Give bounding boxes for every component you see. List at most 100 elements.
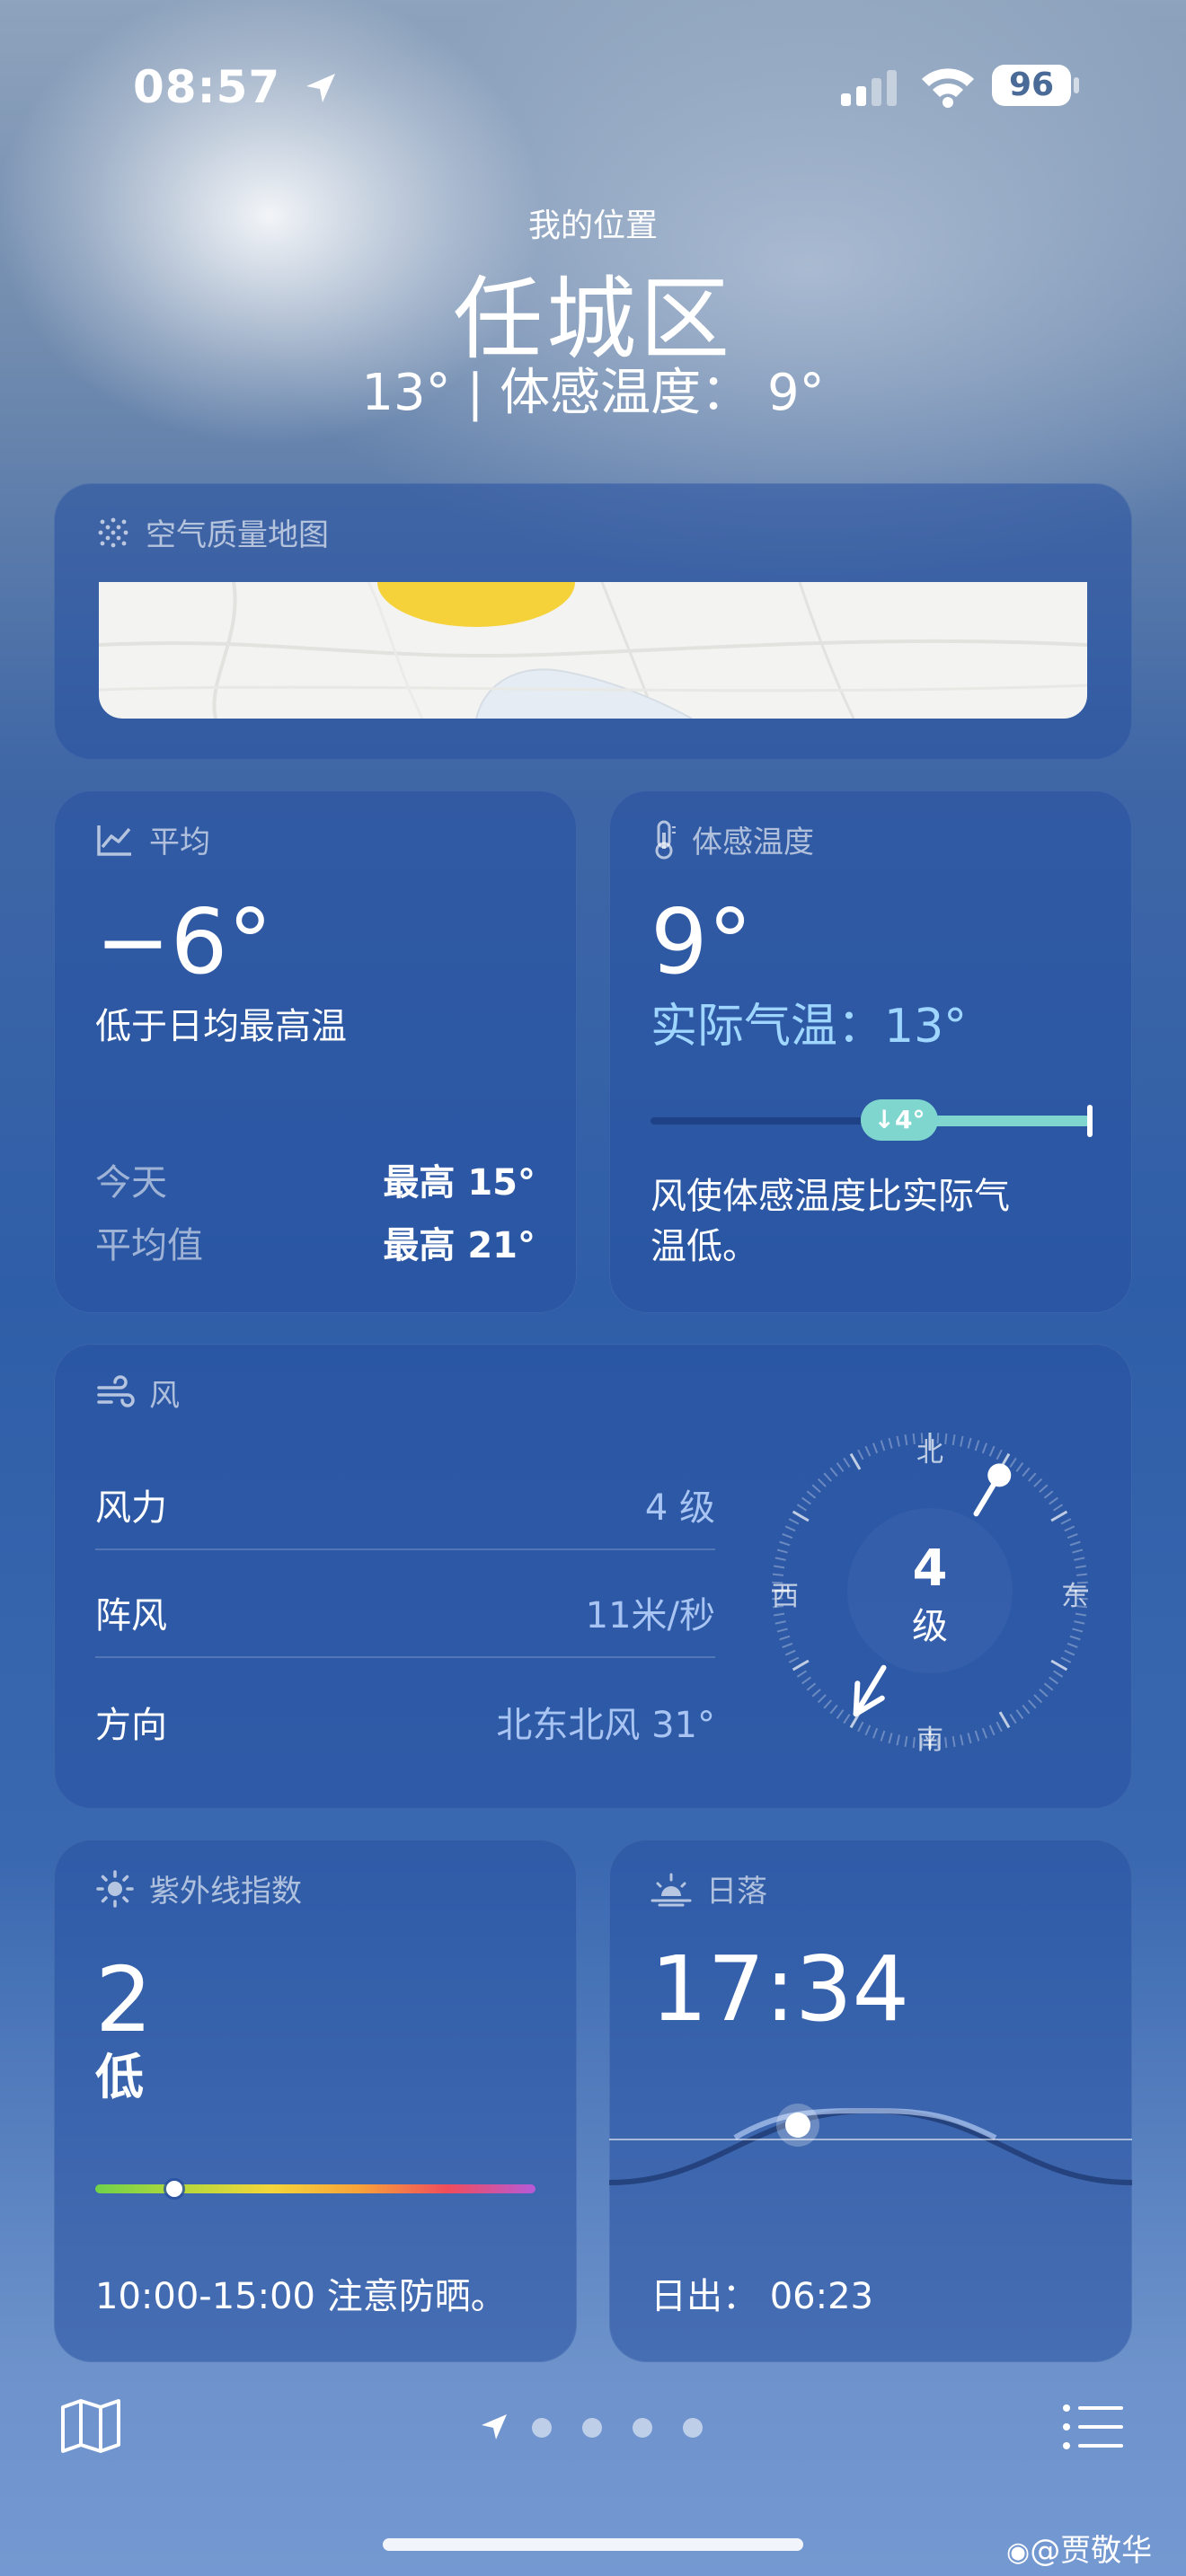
status-time: 08:57: [133, 61, 339, 113]
compass-tick: [782, 1642, 793, 1649]
compass-south-label: 南: [916, 1725, 943, 1756]
compass-tick: [806, 1682, 817, 1691]
compass-center-unit: 级: [912, 1606, 948, 1647]
compass-tick: [776, 1628, 788, 1633]
compass-tick: [823, 1472, 833, 1482]
wind-direction-label: 方向: [95, 1705, 167, 1746]
compass-tick: [1072, 1628, 1084, 1633]
page-dot[interactable]: [633, 2418, 652, 2438]
feels-like-delta-badge: ↓4°: [861, 1099, 938, 1141]
sun-icon: [96, 1869, 134, 1908]
uv-header: 紫外线指数: [95, 1866, 302, 1910]
compass-west-label: 西: [772, 1581, 799, 1612]
current-location-page-icon[interactable]: [480, 2413, 509, 2441]
compass-tick: [782, 1532, 793, 1539]
compass-tick: [779, 1635, 791, 1641]
average-title: 平均: [149, 825, 210, 860]
compass-tick: [1043, 1490, 1054, 1499]
air-quality-header: 空气质量地图: [95, 510, 329, 554]
compass-tick: [974, 1730, 980, 1742]
uv-scale-bar: [95, 2184, 535, 2193]
compass-tick: [843, 1713, 851, 1725]
uv-index-card[interactable]: 紫外线指数 2 低 10:00-15:00 注意防晒。: [54, 1839, 577, 2362]
sunrise-time: 日出： 06:23: [651, 2276, 873, 2317]
sunset-time: 17:34: [651, 1936, 910, 2042]
wind-card[interactable]: 风 风力 4 级 阵风 11米/秒 方向 北东北风 31° 北 南 东 西 4 …: [54, 1344, 1132, 1809]
page-dot[interactable]: [532, 2418, 552, 2438]
thermometer-icon: [655, 820, 676, 859]
compass-tick: [904, 1434, 908, 1446]
list-icon[interactable]: [1062, 2404, 1125, 2450]
compass-north-label: 北: [916, 1437, 943, 1469]
compass-tick: [1050, 1510, 1068, 1522]
compass-tick: [792, 1510, 810, 1522]
compass-tick: [880, 1730, 886, 1742]
wind-force-label: 风力: [95, 1487, 167, 1529]
average-value: −6°: [95, 889, 273, 994]
wind-title: 风: [149, 1378, 180, 1414]
compass-tick: [967, 1733, 972, 1744]
compass-tick: [829, 1467, 838, 1478]
average-card[interactable]: 平均 −6° 低于日均最高温 今天 最高 15° 平均值 最高 21°: [54, 790, 577, 1313]
compass-tick: [967, 1437, 972, 1449]
average-description: 低于日均最高温: [95, 1006, 347, 1047]
sun-path-chart: [609, 2104, 1132, 2185]
compass-tick: [806, 1490, 817, 1499]
compass-tick: [1033, 1478, 1043, 1487]
bottom-toolbar: ◉@贾敬华: [0, 2364, 1186, 2576]
wind-force-value: 4 级: [644, 1487, 715, 1529]
wind-icon: [97, 1374, 135, 1407]
map-illustration: [99, 582, 1087, 719]
today-value: 最高 15°: [383, 1162, 535, 1204]
compass-tick: [1067, 1642, 1078, 1649]
compass-tick: [1027, 1472, 1037, 1482]
page-dot[interactable]: [683, 2418, 703, 2438]
compass-tick: [951, 1735, 956, 1747]
compass-tick: [988, 1445, 996, 1457]
average-label: 平均值: [95, 1225, 203, 1266]
compass-tick: [801, 1676, 811, 1685]
compass-tick: [823, 1699, 833, 1709]
home-indicator[interactable]: [383, 2538, 803, 2551]
compass-tick: [774, 1612, 785, 1617]
compass-tick: [1060, 1656, 1072, 1663]
feels-like-title: 体感温度: [692, 825, 814, 860]
compass-tick: [1033, 1694, 1043, 1704]
compass-tick: [1027, 1699, 1037, 1709]
compass-tick: [1009, 1457, 1017, 1469]
air-quality-dots-icon: [98, 517, 128, 547]
compass-tick: [796, 1504, 808, 1512]
compass-center-number: 4: [912, 1539, 948, 1598]
compass-tick: [880, 1440, 886, 1451]
wind-compass: 北 南 东 西 4 级: [764, 1425, 1096, 1757]
actual-temp-marker: [1087, 1105, 1093, 1137]
wind-gust-row: 阵风 11米/秒: [95, 1550, 715, 1658]
compass-tick: [829, 1704, 838, 1715]
compass-tick: [811, 1484, 821, 1494]
page-indicator[interactable]: [532, 2418, 703, 2438]
air-quality-map[interactable]: [99, 582, 1087, 719]
compass-tick: [951, 1434, 956, 1446]
average-high-value: 最高 21°: [383, 1225, 535, 1266]
compass-tick: [784, 1649, 796, 1656]
wind-direction-value: 北东北风 31°: [496, 1705, 715, 1746]
compass-tick: [1067, 1532, 1078, 1539]
compass-tick: [857, 1449, 864, 1460]
cellular-signal-icon: [841, 70, 897, 106]
compass-tick: [836, 1462, 845, 1472]
feels-like-card[interactable]: 体感温度 9° 实际气温：13° ↓4° 风使体感温度比实际气温低。: [609, 790, 1132, 1313]
compass-tick: [774, 1565, 785, 1569]
compass-tick: [774, 1620, 786, 1625]
sunset-card[interactable]: 日落 17:34 日出： 06:23: [609, 1839, 1132, 2362]
weibo-icon: ◉: [1006, 2536, 1031, 2568]
actual-temperature: 实际气温：13°: [651, 1000, 968, 1054]
air-quality-title: 空气质量地图: [146, 517, 329, 553]
sunset-icon: [651, 1873, 692, 1906]
compass-tick: [849, 1452, 862, 1470]
today-label: 今天: [95, 1162, 167, 1204]
compass-tick: [788, 1518, 800, 1525]
page-dot[interactable]: [582, 2418, 602, 2438]
wind-force-row: 风力 4 级: [95, 1442, 715, 1550]
map-icon[interactable]: [59, 2398, 122, 2454]
compass-tick: [888, 1733, 893, 1744]
